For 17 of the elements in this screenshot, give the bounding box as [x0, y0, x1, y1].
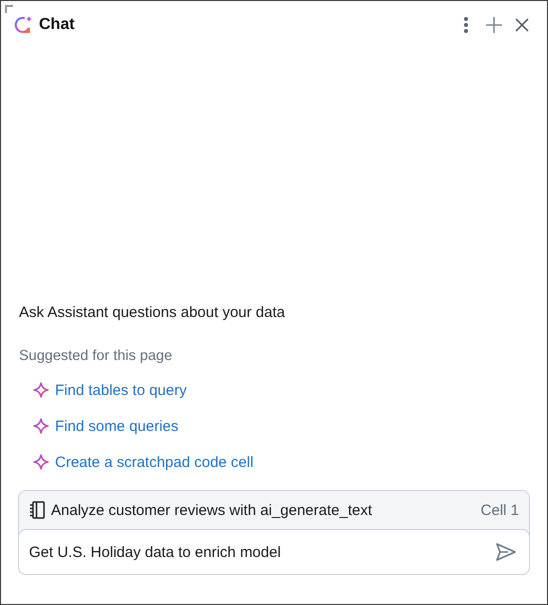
suggestion-link[interactable]: Find tables to query	[33, 372, 187, 408]
suggestions-heading: Suggested for this page	[19, 348, 174, 364]
notebook-icon	[29, 501, 45, 519]
suggestion-link[interactable]: Create a scratchpad code cell	[33, 444, 254, 480]
cell-tag: Cell 1	[480, 502, 519, 518]
message-input[interactable]: Get U.S. Holiday data to enrich model	[29, 544, 495, 560]
sparkle-icon	[33, 382, 49, 398]
add-icon[interactable]	[483, 14, 505, 36]
resize-handle-icon[interactable]	[5, 5, 13, 13]
suggestion-link[interactable]: Find some queries	[33, 408, 178, 444]
chat-title: Chat	[39, 16, 76, 34]
context-label: Analyze customer reviews with ai_generate_text	[51, 502, 373, 518]
intro-text: Ask Assistant questions about your data	[19, 304, 286, 321]
sparkle-icon	[33, 454, 49, 470]
sparkle-icon	[33, 418, 49, 434]
message-field[interactable]: Get U.S. Holiday data to enrich model	[18, 529, 530, 575]
send-icon[interactable]	[495, 541, 517, 563]
